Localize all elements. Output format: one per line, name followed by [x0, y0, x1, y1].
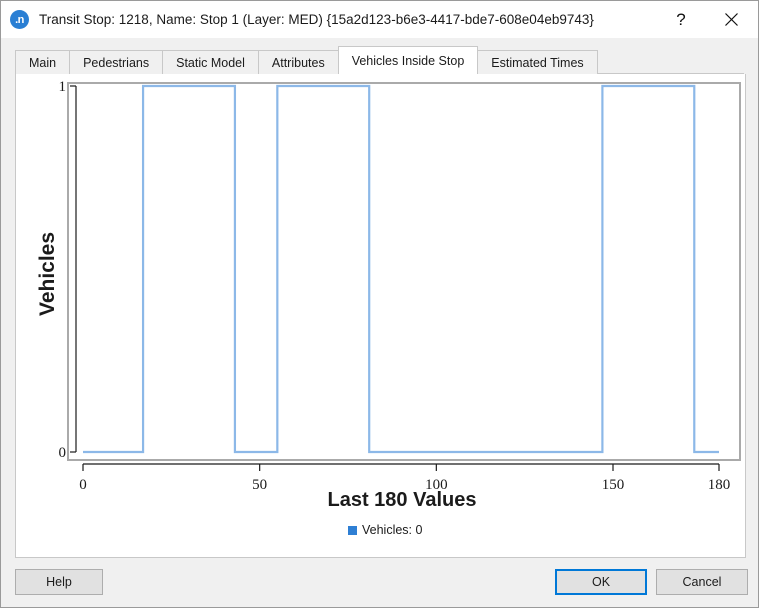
- tab-estimated-times[interactable]: Estimated Times: [477, 50, 598, 74]
- chart-canvas[interactable]: 01 0 50 100 150 180 Vehicles Last 180 Values…: [16, 74, 745, 556]
- tab-pedestrians[interactable]: Pedestrians: [69, 50, 164, 74]
- tab-static-model[interactable]: Static Model: [162, 50, 259, 74]
- x-axis-tick-label: 0: [79, 477, 87, 493]
- tab-attributes[interactable]: Attributes: [257, 50, 339, 74]
- vehicles-inside-stop-chart: 01 0 50 100 150 180 Vehicles Last 180 Values…: [16, 74, 745, 557]
- chart-legend: Vehicles: 0: [348, 523, 423, 537]
- help-button[interactable]: Help: [15, 569, 103, 595]
- cancel-button[interactable]: Cancel: [656, 569, 748, 595]
- app-icon-n: .n: [10, 10, 29, 29]
- tab-panel-vehicles-inside-stop: 01 0 50 100 150 180 Vehicles Last 180 Values…: [15, 74, 746, 558]
- tab-main[interactable]: Main: [15, 50, 71, 74]
- x-axis-tick-label: 50: [252, 477, 267, 493]
- transit-stop-dialog: .n Transit Stop: 1218, Name: Stop 1 (Lay…: [0, 0, 759, 608]
- x-axis-title: Last 180 Values: [328, 489, 477, 511]
- title-bar: .n Transit Stop: 1218, Name: Stop 1 (Lay…: [1, 1, 758, 38]
- titlebar-help-icon[interactable]: ?: [658, 1, 704, 38]
- ok-button[interactable]: OK: [555, 569, 647, 595]
- close-icon[interactable]: [708, 1, 754, 38]
- tab-vehicles-inside-stop[interactable]: Vehicles Inside Stop: [337, 46, 479, 75]
- x-axis-tick-label: 150: [602, 477, 625, 493]
- dialog-footer: Help OK Cancel: [1, 558, 758, 607]
- x-axis-tick-label: 180: [708, 477, 731, 493]
- legend-label: Vehicles: 0: [362, 523, 423, 537]
- y-axis-title: Vehicles: [36, 232, 59, 316]
- legend-marker: [348, 526, 357, 535]
- y-axis-tick-label: 0: [59, 445, 67, 461]
- y-axis-tick-label: 1: [59, 79, 67, 95]
- window-title: Transit Stop: 1218, Name: Stop 1 (Layer:…: [39, 12, 594, 27]
- plot-frame: [67, 82, 741, 461]
- tab-strip: Main Pedestrians Static Model Attributes…: [1, 38, 758, 75]
